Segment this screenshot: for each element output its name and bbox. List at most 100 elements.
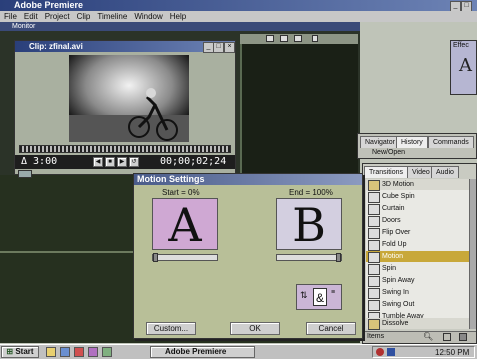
menu-file[interactable]: File: [4, 11, 17, 22]
custom-button[interactable]: Custom...: [146, 322, 196, 335]
clip-maximize-icon[interactable]: □: [213, 42, 224, 53]
end-label: End = 100%: [289, 188, 333, 197]
tray-icon-2[interactable]: [387, 348, 395, 356]
play-button[interactable]: ▶: [117, 157, 127, 167]
trash-icon[interactable]: [459, 333, 467, 341]
folder-icon: [368, 319, 380, 330]
folder-3d-motion[interactable]: 3D Motion: [366, 179, 469, 191]
start-letter: A: [168, 198, 202, 252]
video-frame: [69, 55, 189, 142]
end-slider-thumb[interactable]: [336, 253, 341, 262]
system-tray: 12:50 PM: [372, 346, 475, 358]
list-item[interactable]: Swing Out: [366, 299, 469, 311]
options-icon[interactable]: ≡: [331, 289, 335, 296]
motion-icon[interactable]: &: [313, 288, 327, 306]
transitions-scrollbar[interactable]: [469, 179, 476, 329]
app-title: Adobe Premiere: [14, 0, 84, 10]
tab-audio[interactable]: Audio: [431, 166, 459, 178]
effects-glyph: A: [459, 55, 472, 76]
list-item[interactable]: Spin: [366, 263, 469, 275]
start-label: Start: [15, 347, 34, 356]
motion-settings-dialog: Motion Settings Start = 0% End = 100% A …: [133, 173, 363, 339]
start-slider-thumb[interactable]: [153, 253, 158, 262]
folder-dissolve[interactable]: Dissolve: [366, 318, 469, 330]
menu-timeline[interactable]: Timeline: [97, 11, 127, 22]
menu-clip[interactable]: Clip: [77, 11, 91, 22]
menu-edit[interactable]: Edit: [24, 11, 38, 22]
start-label: Start = 0%: [162, 188, 200, 197]
clip-titlebar: Clip: zfinal.avi: [15, 41, 235, 52]
list-item-selected[interactable]: Motion: [366, 251, 469, 263]
transition-icon: [368, 216, 380, 227]
ok-button[interactable]: OK: [230, 322, 280, 335]
video-still: [69, 55, 189, 142]
tab-transitions[interactable]: Transitions: [364, 166, 408, 178]
monitor-icon-3[interactable]: [294, 35, 302, 42]
list-item[interactable]: Curtain: [366, 203, 469, 215]
swap-icon[interactable]: ⇅: [300, 290, 308, 301]
transition-icon: [368, 228, 380, 239]
quicklaunch-icon-3[interactable]: [74, 347, 84, 357]
task-label: Adobe Premiere: [165, 347, 227, 356]
end-letter: B: [292, 198, 326, 252]
start-button[interactable]: ⊞ Start: [1, 346, 39, 358]
list-item[interactable]: Fold Up: [366, 239, 469, 251]
monitor-icon-4[interactable]: [312, 35, 318, 42]
start-slider[interactable]: [152, 253, 218, 262]
transition-icon: [368, 300, 380, 311]
tray-icon[interactable]: [376, 348, 384, 356]
end-preview: B: [276, 198, 342, 252]
rewind-button[interactable]: ◀: [93, 157, 103, 167]
motion-path-box[interactable]: ⇅ & ≡: [296, 284, 342, 310]
quicklaunch-icon-4[interactable]: [88, 347, 98, 357]
clip-close-icon[interactable]: ×: [224, 42, 235, 53]
app-titlebar: Adobe Premiere: [0, 0, 477, 11]
list-item[interactable]: Swing In: [366, 287, 469, 299]
tab-commands[interactable]: Commands: [428, 136, 474, 148]
transition-icon: [368, 252, 380, 263]
taskbar: ⊞ Start Adobe Premiere 12:50 PM: [0, 344, 477, 359]
program-view: [240, 34, 358, 189]
quicklaunch-icon-2[interactable]: [60, 347, 70, 357]
quicklaunch-icon-1[interactable]: [46, 347, 56, 357]
windows-logo-icon: ⊞: [6, 347, 14, 356]
monitor-icon[interactable]: [266, 35, 274, 42]
quicklaunch-icon-5[interactable]: [102, 347, 112, 357]
taskbar-task-premiere[interactable]: Adobe Premiere: [150, 346, 255, 358]
timeline-ruler-icon[interactable]: [18, 170, 32, 178]
tab-navigator[interactable]: Navigator: [360, 136, 400, 148]
loop-button[interactable]: ↺: [129, 157, 139, 167]
clock: 12:50 PM: [435, 348, 470, 357]
list-item[interactable]: Doors: [366, 215, 469, 227]
history-panel: Navigator History Commands New/Open: [357, 133, 477, 159]
clip-title: Clip: zfinal.avi: [29, 42, 83, 51]
tab-history[interactable]: History: [396, 136, 428, 148]
transitions-panel: Transitions Video Audio 3D Motion Cube S…: [362, 163, 477, 344]
history-row[interactable]: New/Open: [372, 149, 405, 156]
stop-button[interactable]: ■: [105, 157, 115, 167]
find-icon[interactable]: 🔍︎: [423, 332, 433, 341]
list-item[interactable]: Cube Spin: [366, 191, 469, 203]
menu-help[interactable]: Help: [170, 11, 186, 22]
effects-panel: Effec A: [450, 40, 477, 95]
new-item-icon[interactable]: [443, 333, 451, 341]
transition-icon: [368, 288, 380, 299]
monitor-icon-2[interactable]: [280, 35, 288, 42]
menu-window[interactable]: Window: [134, 11, 162, 22]
clip-scrubber[interactable]: [19, 145, 231, 153]
dialog-titlebar: Motion Settings: [134, 174, 362, 185]
list-item[interactable]: Spin Away: [366, 275, 469, 287]
transition-icon: [368, 192, 380, 203]
menu-bar: File Edit Project Clip Timeline Window H…: [0, 11, 477, 22]
folder-icon: [368, 180, 380, 191]
transport-bar: Δ 3:00 ◀ ■ ▶ ↺ 00;00;02;24: [15, 155, 235, 169]
transition-icon: [368, 264, 380, 275]
menu-project[interactable]: Project: [45, 11, 70, 22]
clip-window: Clip: zfinal.avi _ □ × Δ 3:00 ◀ ■ ▶ ↺ 00…: [14, 40, 236, 175]
dialog-title: Motion Settings: [137, 174, 205, 184]
list-item[interactable]: Flip Over: [366, 227, 469, 239]
cancel-button[interactable]: Cancel: [306, 322, 356, 335]
transition-icon: [368, 240, 380, 251]
end-slider[interactable]: [276, 253, 342, 262]
effects-label: Effec: [453, 42, 469, 49]
